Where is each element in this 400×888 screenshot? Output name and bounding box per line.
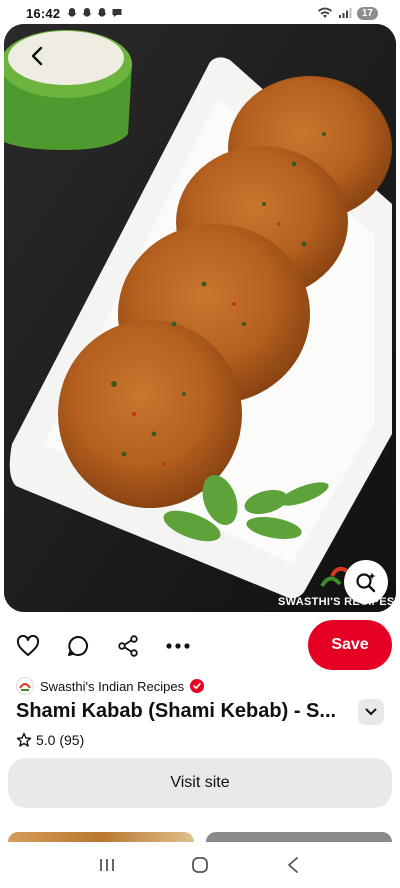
snapchat-icon (67, 8, 77, 17)
home-button[interactable] (180, 845, 220, 885)
signal-icon (338, 8, 352, 18)
status-bar: 16:42 17 (0, 0, 400, 26)
save-button[interactable]: Save (308, 620, 392, 670)
creator-row[interactable]: Swasthi's Indian Recipes (16, 677, 205, 695)
star-icon (16, 732, 32, 747)
notification-icons (66, 7, 123, 19)
pin-image[interactable]: SWASTHI'S RECIPES (4, 24, 396, 612)
heart-icon (16, 635, 40, 656)
battery-indicator: 17 (356, 6, 378, 20)
wifi-icon (317, 7, 332, 19)
system-back-button[interactable] (273, 845, 313, 885)
avatar[interactable] (16, 677, 34, 695)
status-time: 16:42 (26, 5, 61, 21)
comment-icon (68, 636, 88, 656)
related-pin-thumbnail[interactable] (8, 832, 194, 842)
back-arrow-icon (31, 46, 43, 66)
share-icon (118, 635, 138, 657)
checkmark-icon (193, 683, 201, 690)
system-navigation-bar (0, 842, 400, 888)
home-icon (192, 857, 208, 873)
pin-title: Shami Kabab (Shami Kebab) - S... (16, 700, 337, 722)
food-photo (4, 24, 396, 612)
rating-value: 5.0 (95) (36, 732, 85, 748)
visual-search-button[interactable] (344, 560, 388, 604)
recent-apps-icon (99, 859, 114, 871)
visual-search-icon (356, 572, 376, 593)
visit-site-button[interactable]: Visit site (8, 758, 392, 808)
chevron-down-icon (365, 708, 377, 716)
comment-button[interactable] (60, 628, 96, 664)
action-bar: Save (0, 618, 400, 672)
rating-row[interactable]: 5.0 (95) (16, 732, 84, 748)
snapchat-icon (97, 8, 107, 17)
verified-badge (190, 679, 205, 693)
back-icon (288, 857, 299, 873)
message-icon (112, 9, 122, 17)
creator-logo-icon (19, 683, 31, 691)
creator-name[interactable]: Swasthi's Indian Recipes (40, 679, 184, 694)
snapchat-icon (82, 8, 92, 17)
more-options-button[interactable] (160, 628, 196, 664)
share-button[interactable] (110, 628, 146, 664)
like-button[interactable] (10, 628, 46, 664)
back-button[interactable] (18, 36, 58, 76)
more-icon (166, 643, 190, 649)
recent-apps-button[interactable] (87, 845, 127, 885)
related-pin-thumbnail[interactable] (206, 832, 392, 842)
expand-details-button[interactable] (358, 699, 384, 725)
